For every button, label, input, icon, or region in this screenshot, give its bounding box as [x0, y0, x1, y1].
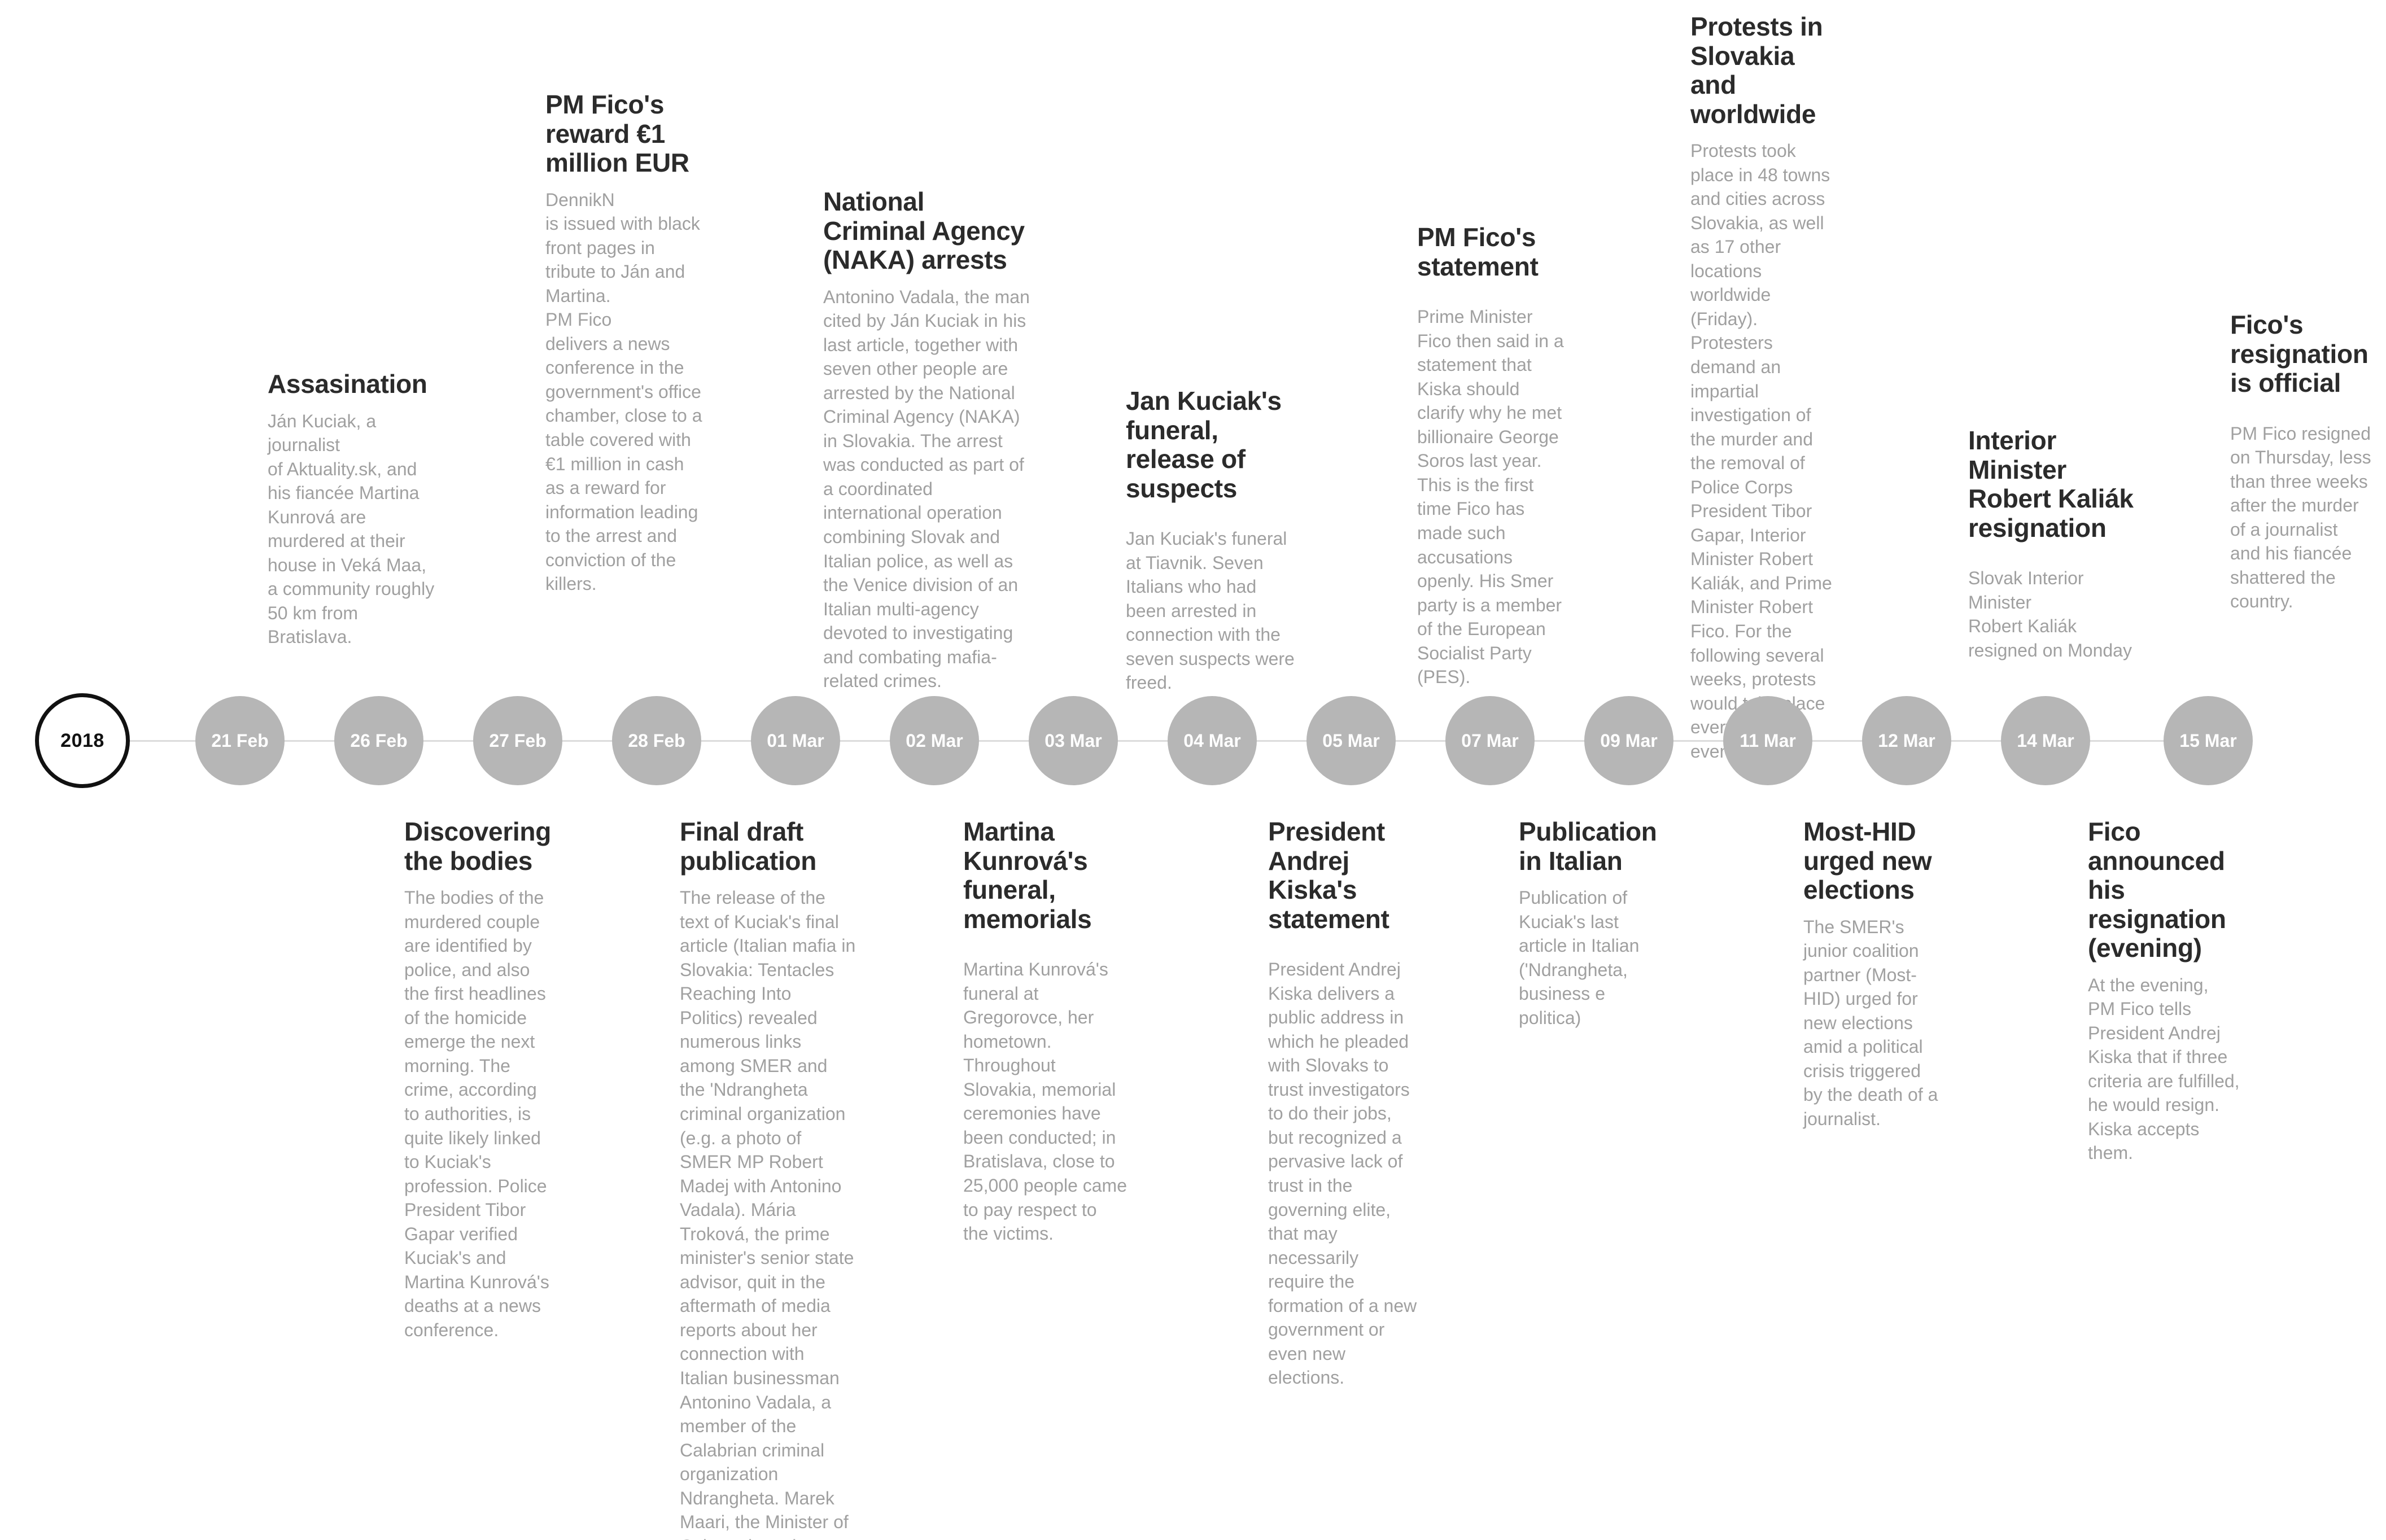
event-body: Martina Kunrová's funeral at Gregorovce,… [963, 959, 1127, 1244]
timeline-node-14-mar[interactable]: 14 Mar [2001, 696, 2090, 785]
event-card-kunrova-funeral: Martina Kunrová's funeral, memorials Mar… [963, 817, 1133, 1246]
event-card-kaliak-resignation: Interior Minister Robert Kaliák resignat… [1968, 426, 2138, 662]
event-title: Interior Minister Robert Kaliák resignat… [1968, 426, 2134, 542]
timeline-node-12-mar[interactable]: 12 Mar [1862, 696, 1951, 785]
event-card-publication-italian: Publication in Italian Publication of Ku… [1519, 817, 1657, 1030]
timeline-node-01-mar[interactable]: 01 Mar [751, 696, 840, 785]
node-date-label: 21 Feb [211, 730, 269, 751]
event-title: Final draft publication [680, 817, 817, 876]
event-body: PM Fico resigned on Thursday, less than … [2230, 423, 2371, 612]
event-body: Jan Kuciak's funeral at Tiavnik. Seven I… [1126, 528, 1295, 693]
node-date-label: 26 Feb [350, 730, 408, 751]
timeline-start-label: 2018 [60, 729, 104, 751]
event-body: President Andrej Kiska delivers a public… [1268, 959, 1417, 1388]
timeline-node-03-mar[interactable]: 03 Mar [1029, 696, 1118, 785]
node-date-label: 15 Mar [2179, 730, 2237, 751]
node-date-label: 05 Mar [1322, 730, 1380, 751]
node-date-label: 04 Mar [1183, 730, 1241, 751]
event-card-kuciak-funeral: Jan Kuciak's funeral, release of suspect… [1126, 386, 1301, 695]
timeline-node-27-feb[interactable]: 27 Feb [473, 696, 562, 785]
event-title: Jan Kuciak's funeral, release of suspect… [1126, 386, 1282, 503]
node-date-label: 01 Mar [767, 730, 824, 751]
event-title: Fico announced his resignation (evening) [2088, 817, 2226, 963]
event-card-discovering-bodies: Discovering the bodies The bodies of the… [404, 817, 557, 1342]
event-body: The bodies of the murdered couple are id… [404, 887, 549, 1340]
event-title: President Andrej Kiska's statement [1268, 817, 1389, 934]
event-body: Antonino Vadala, the man cited by Ján Ku… [823, 286, 1030, 692]
event-card-fico-announced-resignation: Fico announced his resignation (evening)… [2088, 817, 2240, 1165]
event-title: National Criminal Agency (NAKA) arrests [823, 187, 1025, 275]
event-title: Most-HID urged new elections [1803, 817, 1932, 905]
event-body: The release of the text of Kuciak's fina… [680, 887, 856, 1540]
event-card-most-hid-elections: Most-HID urged new elections The SMER's … [1803, 817, 1944, 1131]
event-title: Protests in Slovakia and worldwide [1690, 12, 1823, 129]
event-body: Publication of Kuciak's last article in … [1519, 887, 1640, 1028]
timeline-node-02-mar[interactable]: 02 Mar [890, 696, 979, 785]
node-date-label: 27 Feb [489, 730, 547, 751]
event-card-kiska-statement: President Andrej Kiska's statement Presi… [1268, 817, 1418, 1390]
timeline-node-07-mar[interactable]: 07 Mar [1445, 696, 1535, 785]
timeline-start-node[interactable]: 2018 [35, 693, 130, 788]
node-date-label: 28 Feb [628, 730, 685, 751]
event-card-fico-resignation-official: Fico's resignation is official PM Fico r… [2230, 310, 2371, 614]
event-title: Assasination [268, 369, 427, 399]
event-title: Publication in Italian [1519, 817, 1657, 876]
node-date-label: 02 Mar [906, 730, 963, 751]
timeline-node-11-mar[interactable]: 11 Mar [1723, 696, 1812, 785]
timeline-node-26-feb[interactable]: 26 Feb [334, 696, 423, 785]
event-body: DennikN is issued with black front pages… [545, 189, 702, 594]
timeline-node-09-mar[interactable]: 09 Mar [1584, 696, 1673, 785]
event-card-final-draft-publication: Final draft publication The release of t… [680, 817, 856, 1540]
event-card-naka-arrests: National Criminal Agency (NAKA) arrests … [823, 187, 1031, 693]
event-title: Martina Kunrová's funeral, memorials [963, 817, 1092, 934]
event-title: PM Fico's reward €1 million EUR [545, 90, 689, 178]
event-title: Discovering the bodies [404, 817, 552, 876]
event-card-fico-statement: PM Fico's statement Prime Minister Fico … [1417, 222, 1570, 689]
event-body: Ján Kuciak, a journalist of Aktuality.sk… [268, 410, 435, 648]
node-date-label: 11 Mar [1740, 730, 1796, 751]
node-date-label: 12 Mar [1878, 730, 1935, 751]
node-date-label: 14 Mar [2017, 730, 2074, 751]
event-body: Slovak Interior Minister Robert Kaliák r… [1968, 568, 2132, 660]
node-date-label: 07 Mar [1461, 730, 1519, 751]
timeline-node-05-mar[interactable]: 05 Mar [1306, 696, 1396, 785]
node-date-label: 03 Mar [1045, 730, 1102, 751]
event-card-protests: Protests in Slovakia and worldwide Prote… [1690, 12, 1841, 763]
timeline-node-15-mar[interactable]: 15 Mar [2164, 696, 2253, 785]
timeline-node-28-feb[interactable]: 28 Feb [612, 696, 701, 785]
timeline-node-21-feb[interactable]: 21 Feb [195, 696, 285, 785]
event-body: Prime Minister Fico then said in a state… [1417, 307, 1564, 688]
event-body: The SMER's junior coalition partner (Mos… [1803, 916, 1938, 1129]
event-title: PM Fico's statement [1417, 222, 1539, 281]
event-body: Protests took place in 48 towns and citi… [1690, 141, 1832, 762]
timeline-node-04-mar[interactable]: 04 Mar [1168, 696, 1257, 785]
timeline-infographic: 2018 21 Feb 26 Feb 27 Feb 28 Feb 01 Mar … [0, 0, 2386, 1540]
node-date-label: 09 Mar [1600, 730, 1658, 751]
event-card-fico-reward: PM Fico's reward €1 million EUR DennikN … [545, 90, 703, 596]
event-body: At the evening, PM Fico tells President … [2088, 974, 2240, 1163]
event-card-assasination: Assasination Ján Kuciak, a journalist of… [268, 369, 437, 649]
event-title: Fico's resignation is official [2230, 310, 2368, 398]
